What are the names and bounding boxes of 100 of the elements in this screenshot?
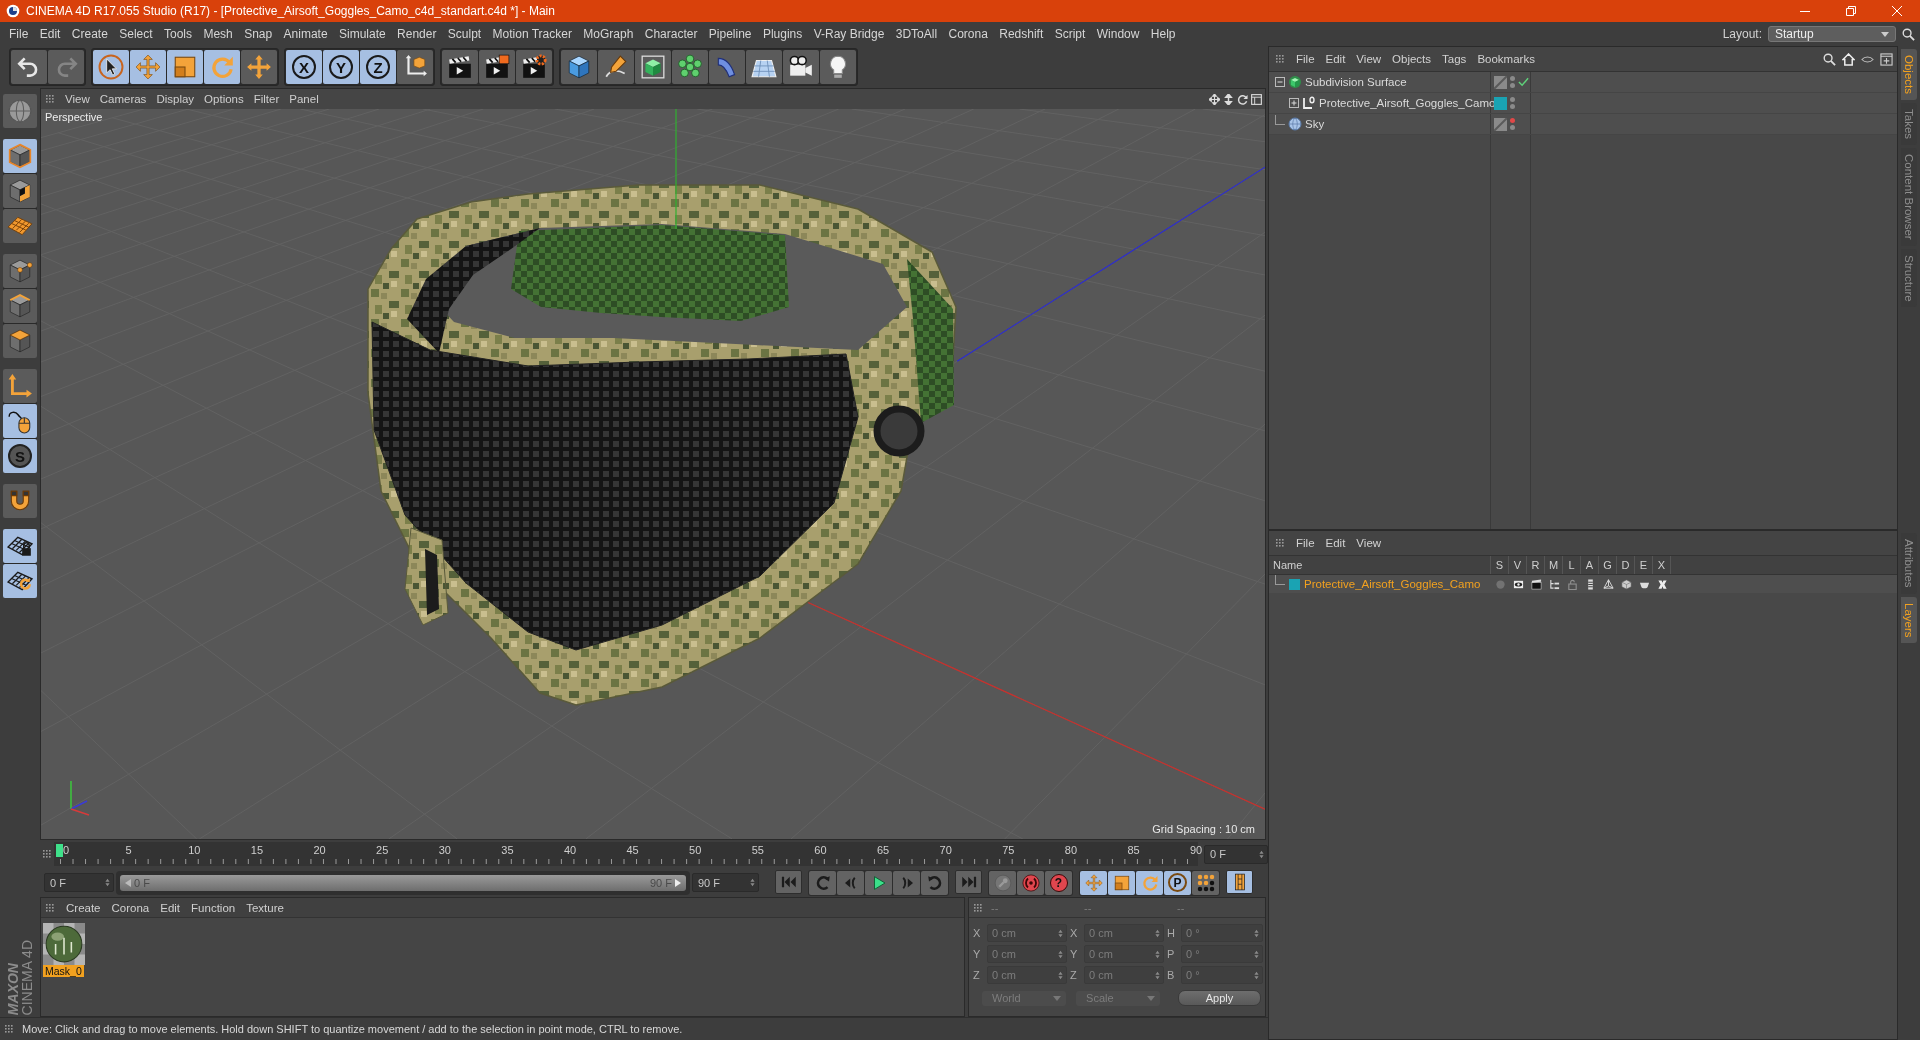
menu-item[interactable]: Help: [1150, 27, 1176, 41]
menu-item[interactable]: File: [1296, 53, 1315, 65]
menu-item[interactable]: Window: [1096, 27, 1140, 41]
camera-name-label[interactable]: Perspective: [45, 111, 103, 123]
column-header[interactable]: D: [1617, 556, 1635, 574]
magnet-button[interactable]: [3, 484, 37, 518]
menu-item[interactable]: Options: [204, 93, 244, 105]
material-preview-icon[interactable]: [43, 923, 85, 965]
check-icon[interactable]: [1518, 77, 1529, 87]
key-points-button[interactable]: [1192, 870, 1219, 895]
menu-item[interactable]: Mesh: [203, 27, 233, 41]
panel-grip-icon[interactable]: [45, 902, 55, 913]
render-visibility-dot-icon[interactable]: [1510, 125, 1515, 130]
menu-item[interactable]: V-Ray Bridge: [813, 27, 885, 41]
menu-item[interactable]: Redshift: [999, 27, 1044, 41]
caret-right-icon[interactable]: [675, 878, 681, 887]
column-header[interactable]: E: [1635, 556, 1653, 574]
model-mode-button[interactable]: [3, 139, 37, 173]
bold-x-icon[interactable]: [1656, 578, 1668, 590]
menu-item[interactable]: Display: [156, 93, 195, 105]
column-header[interactable]: G: [1599, 556, 1617, 574]
menu-item[interactable]: View: [1356, 537, 1382, 549]
no-layer-icon[interactable]: [1494, 117, 1507, 131]
home-icon[interactable]: [1842, 52, 1855, 66]
hierarchy-icon[interactable]: [1548, 578, 1560, 590]
pyramid-icon[interactable]: [1602, 578, 1614, 590]
menu-item[interactable]: View: [65, 93, 90, 105]
menu-item[interactable]: Simulate: [338, 27, 386, 41]
record-key-button[interactable]: [989, 870, 1016, 895]
panel-grip-icon[interactable]: [4, 1024, 14, 1034]
menu-item[interactable]: 3DToAll: [895, 27, 938, 41]
menu-item[interactable]: Character: [644, 27, 698, 41]
menu-item[interactable]: Panel: [289, 93, 319, 105]
caret-left-icon[interactable]: [125, 878, 131, 887]
subdivision-button[interactable]: [635, 50, 671, 84]
keyframe-selection-button[interactable]: ?: [1045, 870, 1072, 895]
column-header[interactable]: R: [1527, 556, 1545, 574]
select-tool-button[interactable]: [93, 50, 129, 84]
menu-item[interactable]: Bookmarks: [1477, 53, 1535, 65]
menu-item[interactable]: Objects: [1392, 53, 1432, 65]
move-view-icon[interactable]: [1209, 93, 1220, 105]
axis-lock-button[interactable]: Z: [360, 50, 396, 84]
panel-grip-icon[interactable]: [1275, 54, 1285, 64]
axis-mode-button[interactable]: [3, 369, 37, 403]
edges-mode-button[interactable]: [3, 289, 37, 323]
search-icon[interactable]: [1902, 27, 1915, 41]
new-panel-icon[interactable]: [1880, 52, 1893, 66]
axis-lock-button[interactable]: X: [286, 50, 322, 84]
key-rotation-button[interactable]: [1136, 870, 1163, 895]
menu-item[interactable]: Plugins: [762, 27, 803, 41]
menu-item[interactable]: Create: [71, 27, 108, 41]
pen-button[interactable]: [598, 50, 634, 84]
menu-item[interactable]: Tags: [1442, 53, 1467, 65]
eye-icon[interactable]: [1512, 578, 1524, 590]
spinner-icon[interactable]: [750, 878, 755, 887]
object-name[interactable]: Protective_Airsoft_Goggles_Camo: [1319, 97, 1496, 109]
tweak-mode-button[interactable]: [3, 404, 37, 438]
object-name[interactable]: Sky: [1305, 118, 1325, 130]
render-button[interactable]: [479, 50, 515, 84]
layer-color-icon[interactable]: [1289, 578, 1300, 590]
object-name[interactable]: Subdivision Surface: [1305, 76, 1407, 88]
menu-item[interactable]: Animate: [283, 27, 328, 41]
autokey-button[interactable]: [1017, 870, 1044, 895]
go-to-start-button[interactable]: [775, 869, 802, 894]
render-settings-button[interactable]: [516, 50, 552, 84]
layer-color-icon[interactable]: [1494, 96, 1507, 110]
menu-item[interactable]: File: [9, 27, 29, 41]
previous-key-button[interactable]: [809, 870, 836, 895]
texture-mode-button[interactable]: [3, 174, 37, 208]
menu-item[interactable]: Render: [397, 27, 437, 41]
editor-visibility-dot-icon[interactable]: [1510, 97, 1515, 102]
layout-dropdown[interactable]: Startup: [1768, 26, 1896, 42]
playhead-marker[interactable]: [56, 844, 63, 857]
menu-item[interactable]: Texture: [246, 901, 284, 914]
editor-visibility-dot-icon[interactable]: [1510, 118, 1515, 123]
spinner-icon[interactable]: [1259, 849, 1264, 859]
key-parameter-button[interactable]: P: [1164, 870, 1191, 895]
column-header[interactable]: Name: [1269, 556, 1491, 574]
menu-item[interactable]: Tools: [164, 27, 192, 41]
maximize-view-icon[interactable]: [1251, 93, 1262, 105]
rotate-view-icon[interactable]: [1237, 93, 1248, 105]
column-header[interactable]: A: [1581, 556, 1599, 574]
menu-item[interactable]: Snap: [244, 27, 273, 41]
key-position-button[interactable]: [1080, 870, 1107, 895]
zoom-view-icon[interactable]: [1223, 93, 1234, 105]
menu-item[interactable]: Sculpt: [447, 27, 482, 41]
layer-name[interactable]: Protective_Airsoft_Goggles_Camo: [1304, 578, 1481, 590]
camera-button[interactable]: [783, 50, 819, 84]
floor-button[interactable]: [746, 50, 782, 84]
menu-item[interactable]: Filter: [253, 93, 280, 105]
collapse-toggle-icon[interactable]: [1275, 77, 1285, 87]
panel-grip-icon[interactable]: [45, 94, 55, 104]
polygons-mode-button[interactable]: [3, 324, 37, 358]
padlock-icon[interactable]: [1566, 578, 1578, 590]
menu-item[interactable]: Select: [119, 27, 153, 41]
go-to-end-button[interactable]: [955, 869, 982, 894]
menu-item[interactable]: File: [1296, 537, 1315, 549]
menu-item[interactable]: Create: [66, 901, 101, 914]
menu-item[interactable]: Corona: [111, 901, 150, 914]
end-frame-field[interactable]: 90 F: [692, 873, 759, 892]
